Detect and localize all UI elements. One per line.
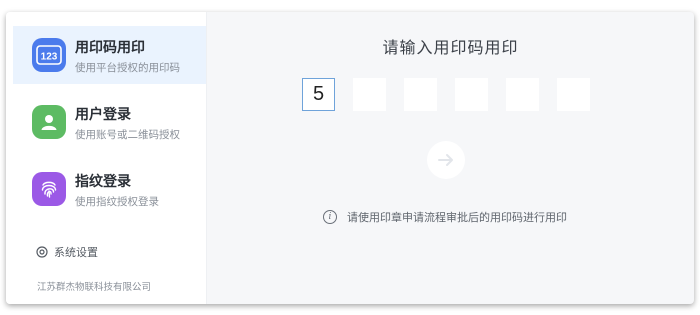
sidebar-item-subtitle: 使用指纹授权登录	[75, 196, 159, 208]
hint-text: 请使用印章申请流程审批后的用印码进行用印	[347, 211, 567, 224]
fingerprint-icon	[32, 172, 66, 206]
code-digit-input[interactable]	[404, 78, 437, 111]
app-window: 123 用印码用印 使用平台授权的用印码 用户登录 使用账号或二维码授权 指纹登…	[6, 12, 694, 304]
sidebar-item-subtitle: 使用平台授权的用印码	[75, 62, 180, 74]
user-icon	[32, 105, 66, 139]
submit-button[interactable]	[427, 141, 465, 179]
code-123-icon: 123	[32, 38, 66, 72]
hint-message: i 请使用印章申请流程审批后的用印码进行用印	[323, 209, 567, 225]
sidebar: 123 用印码用印 使用平台授权的用印码 用户登录 使用账号或二维码授权 指纹登…	[6, 12, 207, 304]
sidebar-item-fingerprint-login[interactable]: 指纹登录 使用指纹授权登录	[13, 160, 206, 218]
code-digit-input[interactable]: 5	[302, 78, 335, 111]
sidebar-item-user-login[interactable]: 用户登录 使用账号或二维码授权	[13, 93, 206, 151]
svg-text:123: 123	[41, 52, 58, 63]
info-icon: i	[323, 210, 337, 224]
page-title: 请输入用印码用印	[382, 38, 519, 57]
main-panel: 请输入用印码用印 5 i 请使用印章申请流程审批后的用印码进行用印	[207, 12, 694, 304]
sidebar-item-title: 指纹登录	[75, 174, 131, 190]
sidebar-item-code-stamp[interactable]: 123 用印码用印 使用平台授权的用印码	[13, 26, 206, 84]
company-name: 江苏群杰物联科技有限公司	[37, 282, 152, 293]
sidebar-item-title: 用印码用印	[75, 40, 145, 56]
code-digit-input[interactable]	[506, 78, 539, 111]
system-settings-link[interactable]: 系统设置	[36, 244, 98, 260]
sidebar-item-title: 用户登录	[75, 107, 131, 123]
sidebar-item-subtitle: 使用账号或二维码授权	[75, 129, 180, 141]
code-digit-input[interactable]	[455, 78, 488, 111]
code-digit-input[interactable]	[557, 78, 590, 111]
settings-label: 系统设置	[54, 246, 98, 259]
code-digit-input[interactable]	[353, 78, 386, 111]
settings-icon	[36, 246, 48, 258]
arrow-right-icon	[438, 154, 453, 166]
